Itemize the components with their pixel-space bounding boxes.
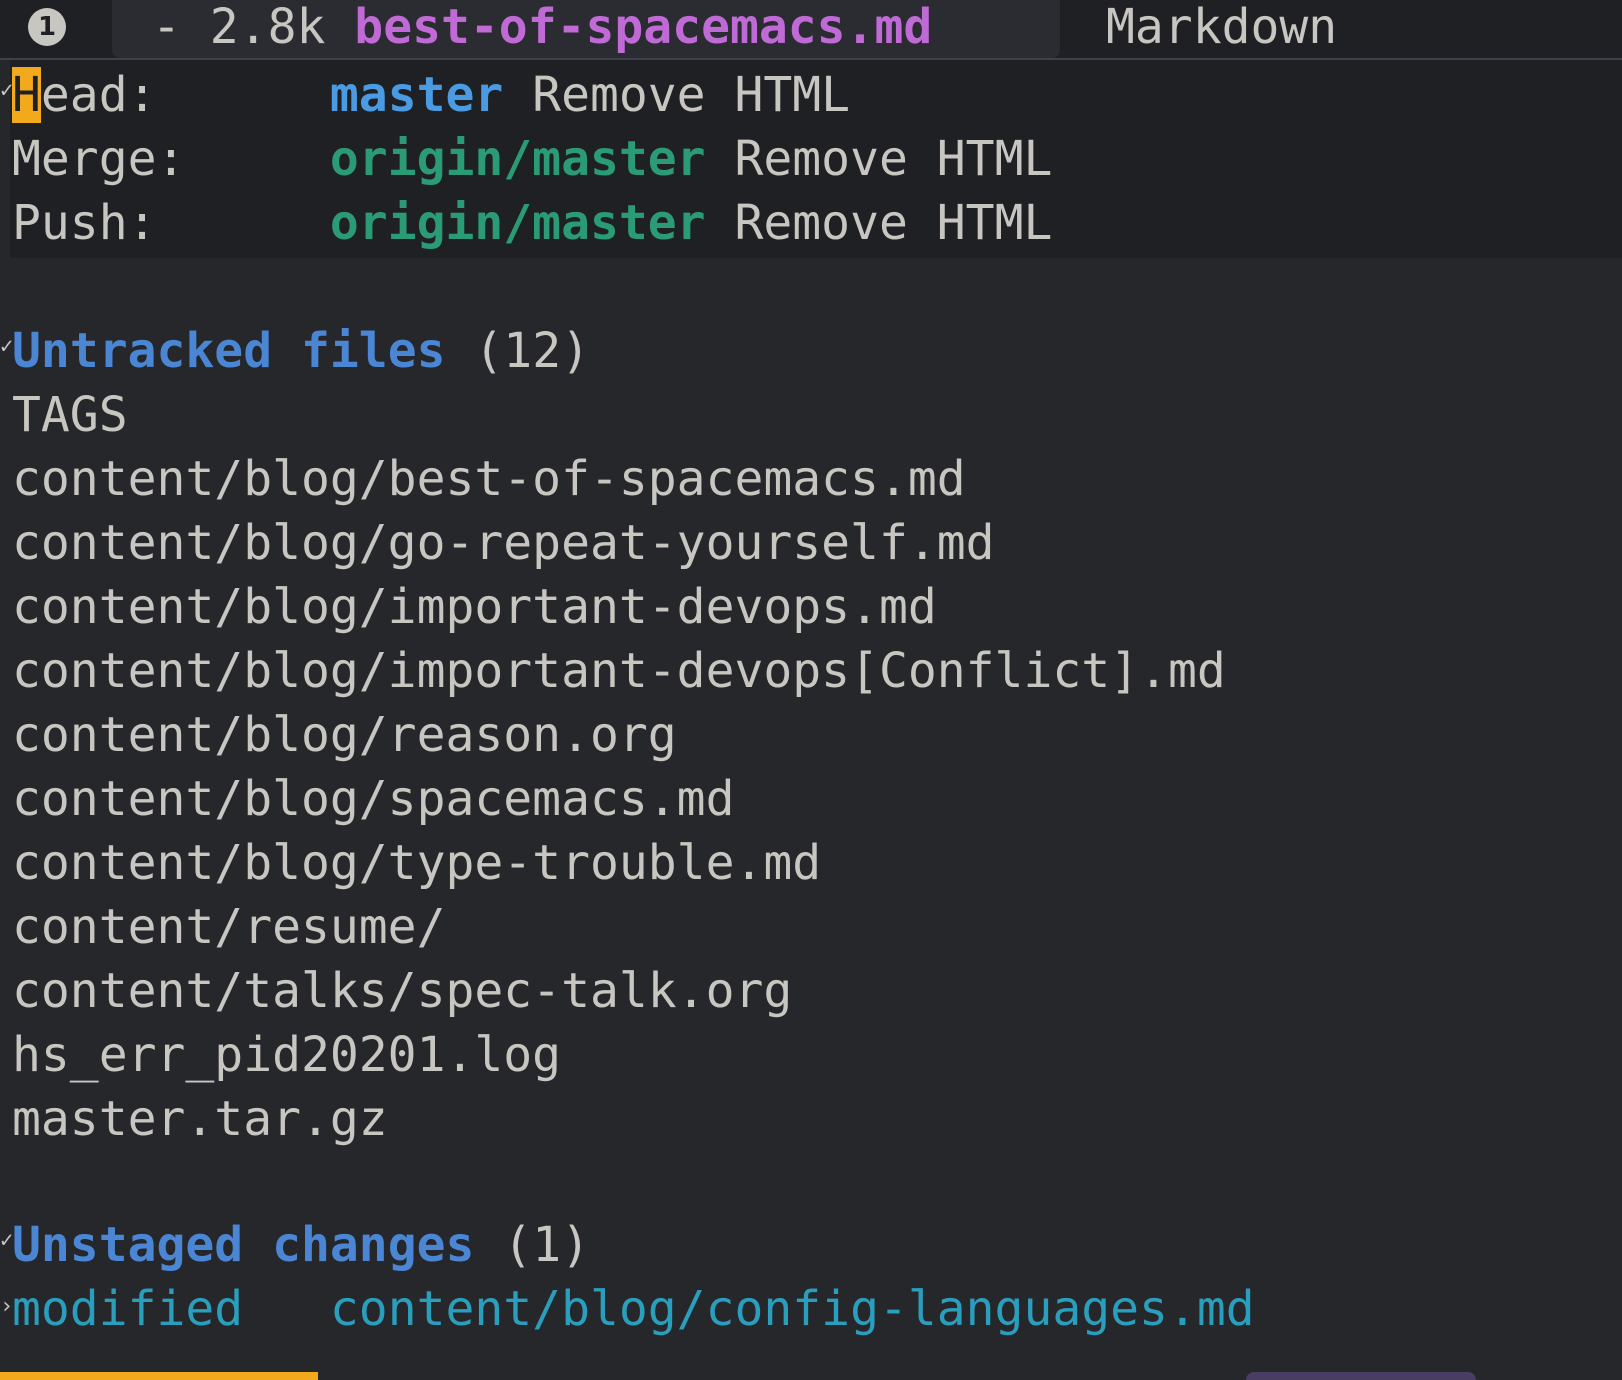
untracked-file[interactable]: master.tar.gz <box>12 1086 388 1152</box>
unstaged-item[interactable]: modified content/blog/config-languages.m… <box>12 1276 1255 1342</box>
untracked-file[interactable]: content/blog/important-devops.md <box>12 574 937 640</box>
unstaged-count: (1) <box>503 1217 590 1273</box>
fold-indicator-icon[interactable]: ✓ <box>0 80 13 102</box>
merge-commit-message: Remove HTML <box>734 131 1053 187</box>
head-label-rest: ead: <box>40 67 157 123</box>
region-highlight-bar <box>0 1372 318 1380</box>
merge-label: Merge: <box>12 131 186 187</box>
buffer-size: - 2.8k <box>152 0 326 55</box>
push-branch[interactable]: origin/master <box>330 195 706 251</box>
major-mode[interactable]: Markdown <box>1106 0 1337 56</box>
untracked-file[interactable]: content/talks/spec-talk.org <box>12 958 792 1024</box>
untracked-file[interactable]: content/blog/best-of-spacemacs.md <box>12 446 966 512</box>
untracked-title-1: Untracked <box>12 323 273 379</box>
untracked-file[interactable]: content/blog/type-trouble.md <box>12 830 821 896</box>
head-commit-message: Remove HTML <box>532 67 851 123</box>
untracked-file[interactable]: content/resume/ <box>12 894 445 960</box>
untracked-file[interactable]: content/blog/spacemacs.md <box>12 766 734 832</box>
untracked-file[interactable]: content/blog/go-repeat-yourself.md <box>12 510 995 576</box>
head-line[interactable]: Head: master Remove HTML <box>12 62 850 128</box>
buffer-info: - 2.8k best-of-spacemacs.md <box>152 0 932 56</box>
change-path[interactable]: content/blog/config-languages.md <box>330 1281 1255 1337</box>
expand-indicator-icon[interactable]: › <box>0 1296 13 1318</box>
untracked-file[interactable]: content/blog/important-devops[Conflict].… <box>12 638 1226 704</box>
unstaged-title-1: Unstaged <box>12 1217 244 1273</box>
buffer-filename[interactable]: best-of-spacemacs.md <box>354 0 932 55</box>
fold-indicator-icon[interactable]: ✓ <box>0 1230 13 1252</box>
untracked-title-2: files <box>301 323 446 379</box>
unstaged-title-2: changes <box>272 1217 475 1273</box>
untracked-file[interactable]: content/blog/reason.org <box>12 702 677 768</box>
fold-indicator-icon[interactable]: ✓ <box>0 336 13 358</box>
merge-line[interactable]: Merge: origin/master Remove HTML <box>12 126 1052 192</box>
merge-branch[interactable]: origin/master <box>330 131 706 187</box>
window-number-badge[interactable]: 1 <box>28 8 66 46</box>
push-line[interactable]: Push: origin/master Remove HTML <box>12 190 1052 256</box>
modeline-segment-bar <box>1246 1372 1476 1380</box>
untracked-file[interactable]: TAGS <box>12 382 128 448</box>
unstaged-section-heading[interactable]: Unstaged changes (1) <box>12 1212 590 1278</box>
mode-line: 1 - 2.8k best-of-spacemacs.md Markdown <box>0 0 1622 60</box>
push-label: Push: <box>12 195 157 251</box>
text-cursor: H <box>12 67 41 123</box>
untracked-section-heading[interactable]: Untracked files (12) <box>12 318 590 384</box>
push-commit-message: Remove HTML <box>734 195 1053 251</box>
change-kind: modified <box>12 1281 244 1337</box>
untracked-count: (12) <box>474 323 590 379</box>
head-branch[interactable]: master <box>330 67 503 123</box>
untracked-file[interactable]: hs_err_pid20201.log <box>12 1022 561 1088</box>
